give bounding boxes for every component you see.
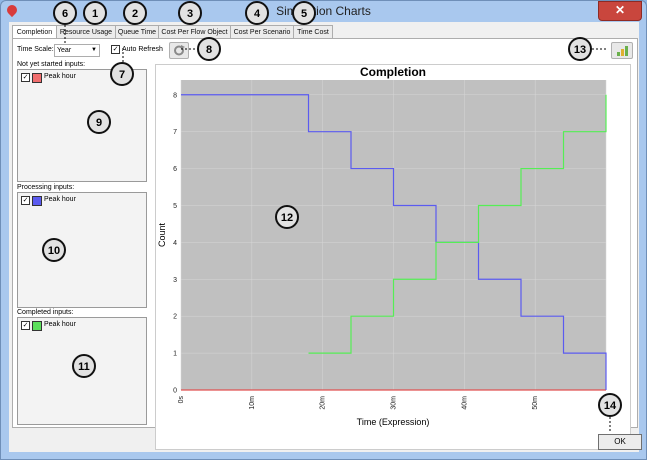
client-area: Completion Resource Usage Queue Time Cos… [9,22,642,452]
refresh-button[interactable] [169,42,189,59]
time-scale-label: Time Scale: [17,46,54,53]
marker-14: 14 [598,393,622,417]
x-tick-label: 40m [461,396,468,410]
y-tick-label: 1 [173,351,177,358]
x-tick-label: 20m [320,396,327,410]
tab-time-cost[interactable]: Time Cost [293,25,333,39]
not-started-title: Not yet started inputs: [17,61,86,68]
processing-checkbox[interactable]: ✓ [21,196,30,205]
tab-queue-time[interactable]: Queue Time [115,25,159,39]
chevron-down-icon: ▼ [91,47,97,53]
tab-cost-per-scenario[interactable]: Cost Per Scenario [230,25,294,39]
marker-3: 3 [178,1,202,25]
tab-cost-per-flow-object[interactable]: Cost Per Flow Object [158,25,231,39]
completed-item: Peak hour [44,321,76,328]
marker-6: 6 [53,1,77,25]
y-tick-label: 8 [173,92,177,99]
auto-refresh-checkbox[interactable]: ✓ [111,45,120,54]
x-tick-label: 30m [391,396,398,410]
tab-resource-usage[interactable]: Resource Usage [56,25,116,39]
time-scale-value: Year [57,47,72,54]
marker-8: 8 [197,37,221,61]
completed-title: Completed inputs: [17,309,74,316]
marker-7: 7 [110,62,134,86]
not-started-panel: ✓ Peak hour [17,69,147,182]
processing-swatch [32,196,42,206]
processing-panel: ✓ Peak hour [17,192,147,308]
not-started-swatch [32,73,42,83]
not-started-checkbox[interactable]: ✓ [21,73,30,82]
marker-13: 13 [568,37,592,61]
close-button[interactable]: ✕ [598,1,642,21]
marker-2: 2 [123,1,147,25]
completed-checkbox[interactable]: ✓ [21,321,30,330]
y-tick-labels: 0 1 2 3 4 5 6 7 8 [173,92,177,394]
y-tick-label: 4 [173,240,177,247]
export-chart-button[interactable] [611,42,633,59]
y-axis-label: Count [157,223,167,248]
y-tick-label: 5 [173,203,177,210]
processing-item: Peak hour [44,196,76,203]
auto-refresh-label: Auto Refresh [122,46,163,53]
x-tick-label: 0s [178,396,185,404]
processing-title: Processing inputs: [17,184,75,191]
x-tick-label: 10m [249,396,256,410]
marker-12: 12 [275,205,299,229]
y-tick-label: 6 [173,166,177,173]
marker-9: 9 [87,110,111,134]
chart-export-icon [617,46,628,56]
x-axis-label: Time (Expression) [357,417,430,427]
marker-10: 10 [42,238,66,262]
marker-11: 11 [72,354,96,378]
not-started-item: Peak hour [44,73,76,80]
marker-1: 1 [83,1,107,25]
chart-canvas: Completion 0s10m20m30m40m50m1h 012345678… [157,65,610,427]
x-tick-labels: 0s10m20m30m40m50m1h [178,396,610,410]
time-scale-select[interactable]: Year ▼ [54,44,100,57]
y-tick-label: 3 [173,277,177,284]
chart-title: Completion [360,65,426,79]
x-tick-label: 50m [532,396,539,410]
ok-button[interactable]: OK [598,434,642,450]
dialog-window: Simulation Charts ✕ Completion Resource … [0,0,647,460]
completion-chart: Completion 0s10m20m30m40m50m1h 012345678… [155,64,631,450]
refresh-icon [174,45,185,56]
marker-5: 5 [292,1,316,25]
y-tick-label: 7 [173,129,177,136]
y-tick-label: 2 [173,314,177,321]
y-tick-label: 0 [173,388,177,395]
marker-4: 4 [245,1,269,25]
completed-swatch [32,321,42,331]
